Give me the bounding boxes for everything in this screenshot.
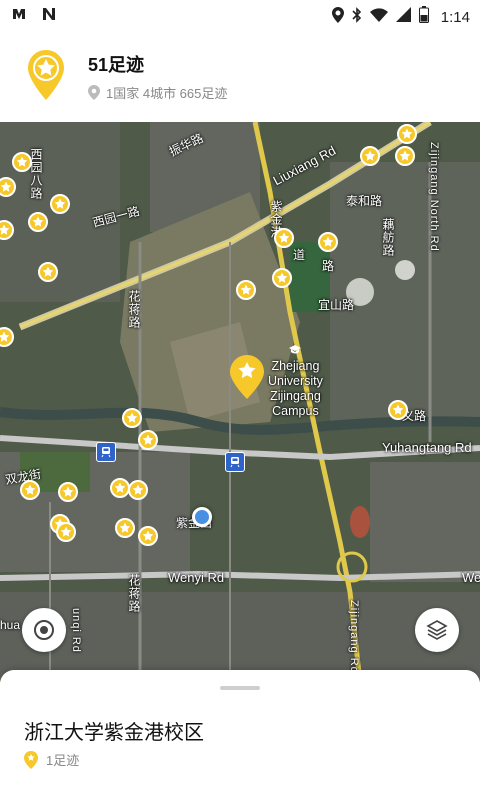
road-label: 道 [293,248,306,262]
footprint-marker[interactable] [360,146,380,166]
app-notification-icon [12,6,30,22]
footprint-marker[interactable] [56,522,76,542]
footprint-marker[interactable] [388,400,408,420]
n-notification-icon [40,6,58,22]
campus-name: Zhejiang University Zijingang Campus [268,359,323,418]
footprint-marker[interactable] [397,124,417,144]
map-view[interactable]: 振华路 西园八路 西园一路 Liuxiang Rd 紫金港 道 泰和路 藕舫路 … [0,122,480,682]
stats-line: 1国家 4城市 665足迹 [88,83,227,102]
footprint-marker[interactable] [272,268,292,288]
footprint-marker[interactable] [12,152,32,172]
status-time: 1:14 [440,8,470,26]
footprint-marker[interactable] [38,262,58,282]
map-layers-button[interactable] [415,608,459,652]
road-label: 泰和路 [346,194,383,208]
footprint-marker[interactable] [115,518,135,538]
metro-station-icon[interactable] [225,452,245,472]
locate-icon [34,620,54,640]
satellite-map [0,122,480,682]
campus-label: Zhejiang University Zijingang Campus [268,344,323,419]
road-label: Wenyi Rd [168,570,225,585]
footprint-marker[interactable] [395,146,415,166]
battery-icon [418,6,429,28]
footprint-marker[interactable] [28,212,48,232]
current-location-dot [192,507,212,527]
stats-text: 1国家 4城市 665足迹 [106,86,228,101]
footprint-pin-icon [28,50,64,100]
road-label: Yuhangtang Rd [382,440,472,455]
road-label: 路 [322,259,335,273]
location-marker-icon [88,85,100,100]
road-label: Zijingang Rd [348,600,360,674]
footprint-marker[interactable] [20,480,40,500]
place-name: 浙江大学紫金港校区 [24,722,204,744]
place-bottom-sheet[interactable]: 浙江大学紫金港校区 1足迹 [0,670,480,800]
bluetooth-icon [352,6,362,28]
wifi-icon [369,7,388,27]
road-label: Zijingang North Rd [428,142,440,252]
road-label: 藕舫路 [381,218,395,257]
footprint-marker[interactable] [58,482,78,502]
signal-icon [395,7,411,27]
road-label: hua [0,618,21,632]
school-icon [289,345,302,354]
drag-handle[interactable] [220,686,260,690]
location-icon [331,6,344,28]
locate-me-button[interactable] [22,608,66,652]
page-title: 51足迹 [88,55,145,75]
footprint-marker[interactable] [236,280,256,300]
road-label: unqi Rd [70,608,82,653]
footprint-marker[interactable] [138,430,158,450]
footprint-marker[interactable] [122,408,142,428]
road-label: 花蒋路 [127,574,141,613]
road-label: 花蒋路 [127,290,141,329]
footprint-marker[interactable] [110,478,130,498]
metro-station-icon[interactable] [96,442,116,462]
footprint-count: 1足迹 [46,753,80,768]
road-label: 宜山路 [318,298,355,312]
footprint-marker[interactable] [274,228,294,248]
footprint-marker[interactable] [50,194,70,214]
footprint-marker[interactable] [318,232,338,252]
road-label: 西园八路 [29,148,43,200]
status-bar: 1:14 [0,0,480,30]
footprint-marker[interactable] [138,526,158,546]
layers-icon [426,620,448,640]
selected-footprint-pin[interactable] [230,355,264,399]
place-meta: 1足迹 [24,750,79,769]
road-label: We [462,570,480,585]
footprint-small-icon [24,750,38,769]
header: 51足迹 1国家 4城市 665足迹 [0,30,480,122]
footprint-marker[interactable] [128,480,148,500]
